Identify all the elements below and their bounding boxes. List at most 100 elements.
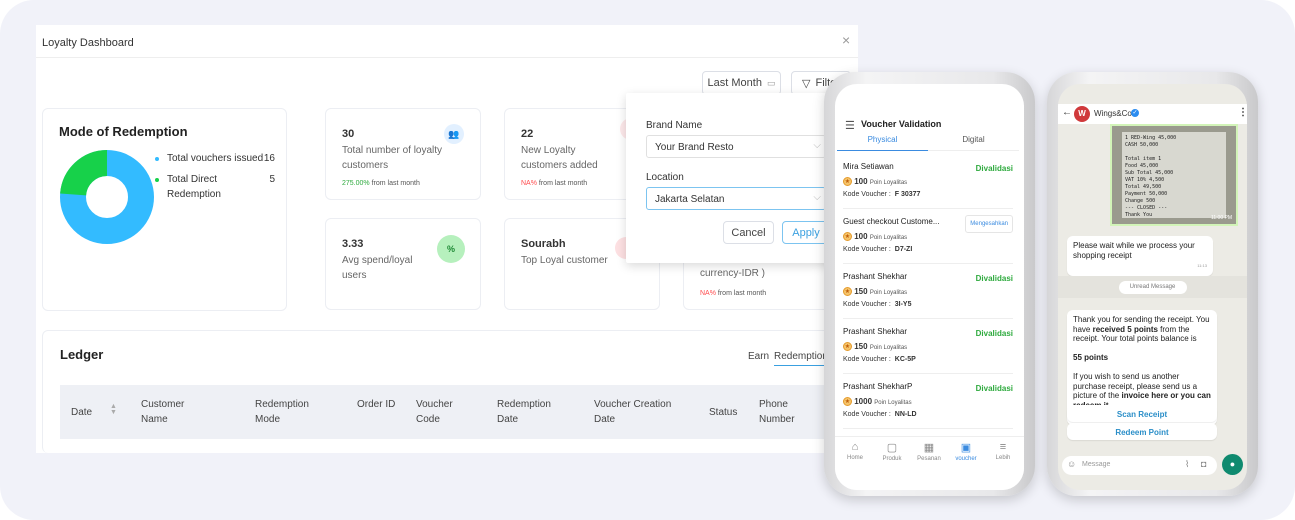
nav-lebih[interactable]: ≡ Lebih	[985, 437, 1021, 461]
brand-avatar: W	[1074, 106, 1090, 122]
brand-name-value: Your Brand Resto	[655, 142, 734, 153]
star-icon: ★	[843, 287, 852, 297]
message-input[interactable]: ☺ Message ⌇ ◘	[1062, 456, 1217, 475]
voucher-screen: ☰ Voucher Validation Physical Digital Mi…	[835, 84, 1024, 490]
calendar-icon: ▭	[766, 77, 776, 88]
nav-pesanan[interactable]: ▦ Pesanan	[911, 437, 947, 462]
stat-label: New Loyalty customers added	[521, 145, 598, 171]
donut-slice-direct	[60, 150, 108, 197]
stat-change: 275.00%	[342, 180, 370, 187]
nav-produk[interactable]: ▢ Produk	[874, 437, 910, 462]
receipt-photo: 1 RED-Wing 45,000 CASH 50,000 Total item 1…	[1122, 132, 1226, 218]
stat-value: 3.33	[342, 238, 364, 250]
back-arrow-icon[interactable]: ←	[1062, 107, 1072, 118]
brand-name-select[interactable]: Your Brand Resto ⌵	[646, 135, 826, 158]
close-icon[interactable]: ×	[842, 32, 850, 48]
scan-receipt-button[interactable]: Scan Receipt	[1067, 405, 1217, 422]
voucher-list-item[interactable]: Prashant Shekhar Divalidasi ★ 150 Poin Loy…	[843, 319, 1013, 374]
legend-label: Total Direct Redemption	[167, 174, 221, 200]
status-label: Divalidasi	[975, 164, 1013, 173]
message-bubble: Please wait while we process your shoppi…	[1067, 236, 1213, 276]
column-voucher-code: Voucher Code	[416, 399, 453, 425]
tab-earn[interactable]: Earn	[748, 351, 769, 362]
points-value: 150	[854, 287, 868, 296]
column-customer-name: Customer Name	[141, 399, 185, 425]
points-balance: 55 points	[1073, 353, 1109, 362]
sort-icon[interactable]: ▲ ▼	[110, 403, 117, 416]
stat-change-suffix: from last month	[371, 180, 420, 187]
microphone-icon[interactable]: ●	[1222, 454, 1243, 475]
tab-redemption[interactable]: Redemption	[774, 351, 828, 366]
receipt-image[interactable]: 1 RED-Wing 45,000 CASH 50,000 Total item 1…	[1110, 124, 1238, 226]
legend-item: Total vouchers issued 16	[155, 151, 275, 166]
voucher-list-item[interactable]: Prashant Shekhar Divalidasi ★ 150 Poin Loy…	[843, 264, 1013, 319]
voucher-list-item[interactable]: Mira Setiawan Divalidasi ★ 100 Poin Loyali…	[843, 154, 1013, 209]
stat-label: currency-IDR )	[700, 268, 766, 279]
legend-value: 5	[269, 174, 275, 185]
menu-icon[interactable]: ☰	[845, 119, 855, 132]
contact-name: Wings&Co	[1094, 109, 1132, 118]
legend-label: Total vouchers issued	[167, 153, 264, 164]
bottom-nav: ⌂ Home ▢ Produk ▦ Pesanan ▣ voucher ≡ Lebih	[835, 436, 1024, 490]
nav-home[interactable]: ⌂ Home	[837, 437, 873, 461]
emoji-icon[interactable]: ☺	[1067, 459, 1076, 469]
voucher-code: D7-ZI	[894, 246, 913, 253]
message-placeholder: Message	[1082, 461, 1111, 468]
legend-value: 16	[263, 153, 275, 164]
dashboard-window: Loyalty Dashboard × Last Month ▭ ▽ Filter …	[36, 25, 858, 453]
code-label: Kode Voucher :	[843, 301, 891, 308]
nav-label: voucher	[955, 456, 977, 462]
voucher-list-item[interactable]: Guest checkout Custome... Mengesahkan ★ 10…	[843, 209, 1013, 264]
location-value: Jakarta Selatan	[655, 194, 725, 205]
stat-value: Sourabh	[521, 238, 566, 250]
stat-value: 22	[521, 128, 534, 140]
phone-voucher-app: ☰ Voucher Validation Physical Digital Mi…	[824, 72, 1035, 496]
verified-icon: ✓	[1131, 109, 1139, 117]
star-icon: ★	[843, 232, 852, 242]
points-label: Poin Loyalitas	[869, 180, 908, 186]
camera-icon[interactable]: ◘	[1201, 459, 1206, 469]
redeem-point-button[interactable]: Redeem Point	[1067, 423, 1217, 440]
chat-screen: ← W Wings&Co ✓ ⋮ 1 RED-Wing 45,000 CASH 5…	[1058, 84, 1247, 490]
nav-label: Lebih	[995, 455, 1011, 461]
tab-digital[interactable]: Digital	[928, 135, 1019, 151]
column-date[interactable]: Date	[71, 405, 92, 420]
location-select[interactable]: Jakarta Selatan ⌵	[646, 187, 826, 210]
unread-divider: Unread Message	[1058, 276, 1247, 298]
date-range-button[interactable]: Last Month ▭	[702, 71, 781, 95]
voucher-code: 3I-Y5	[894, 301, 912, 308]
apply-button[interactable]: Apply	[782, 221, 830, 244]
legend: Total vouchers issued 16 Total Direct Red…	[155, 151, 275, 202]
column-order-id: Order ID	[357, 399, 396, 410]
code-label: Kode Voucher :	[843, 191, 891, 198]
nav-voucher[interactable]: ▣ voucher	[948, 437, 984, 462]
mode-of-redemption-card: Mode of Redemption Total vouchers issued…	[42, 108, 287, 311]
points-value: 150	[854, 342, 868, 351]
stat-card-avg-spend: 3.33 Avg spend/loyal users %	[325, 218, 481, 310]
code-label: Kode Voucher :	[843, 411, 891, 418]
voucher-code: KC-5P	[894, 356, 916, 363]
points-value: 100	[854, 177, 868, 186]
message-text: Please wait while we process your shoppi…	[1073, 241, 1195, 260]
divider	[36, 57, 858, 58]
star-icon: ★	[843, 397, 852, 407]
cancel-button[interactable]: Cancel	[723, 221, 774, 244]
voucher-code: F 30377	[894, 191, 921, 198]
points-label: Poin Loyalitas	[869, 235, 908, 241]
legend-item: Total Direct Redemption 5	[155, 172, 275, 202]
stat-change-suffix: from last month	[717, 290, 767, 297]
stat-label: Total number of loyalty customers	[342, 145, 443, 171]
users-icon: 👥	[444, 124, 464, 144]
status-label: Divalidasi	[975, 329, 1013, 338]
status-label: Divalidasi	[975, 274, 1013, 283]
customer-name: Mira Setiawan	[843, 162, 894, 171]
customer-name: Prashant ShekharP	[843, 382, 913, 391]
chevron-down-icon: ⌵	[813, 140, 821, 151]
validate-button[interactable]: Mengesahkan	[965, 215, 1013, 233]
tab-physical[interactable]: Physical	[837, 135, 928, 151]
stat-change-suffix: from last month	[538, 180, 588, 187]
more-vertical-icon[interactable]: ⋮	[1238, 107, 1247, 118]
attach-icon[interactable]: ⌇	[1185, 459, 1189, 470]
voucher-list-item[interactable]: Prashant ShekharP Divalidasi ★ 1000 Poin L…	[843, 374, 1013, 429]
nav-label: Produk	[882, 456, 902, 462]
